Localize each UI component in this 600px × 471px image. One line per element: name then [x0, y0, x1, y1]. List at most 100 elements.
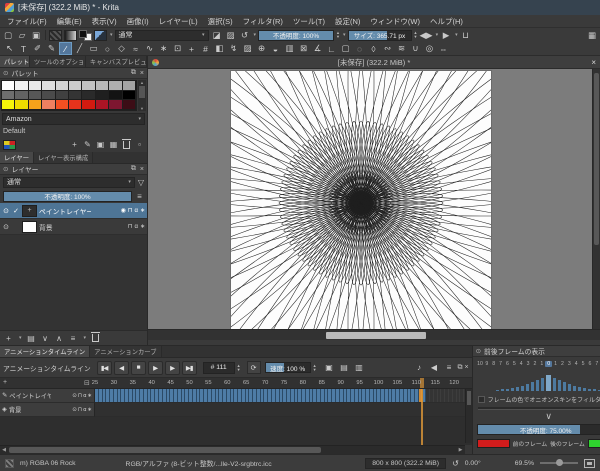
canvas-viewport[interactable]	[148, 69, 600, 329]
scroll-down-icon[interactable]: ▼	[138, 106, 146, 111]
auto-frame-icon[interactable]: ▣	[323, 361, 336, 374]
skip-to-start-button[interactable]: ▮◀	[97, 361, 112, 375]
scrollbar-thumb[interactable]	[594, 73, 599, 245]
onion-frame--7[interactable]: 7	[497, 361, 504, 367]
duplicate-layer-button[interactable]: ▤	[27, 333, 36, 343]
scrollbar-thumb[interactable]	[9, 447, 321, 453]
zoom-slider-handle[interactable]	[556, 459, 563, 466]
move-layer-up-button[interactable]: ∧	[55, 333, 64, 343]
layer-style-icon[interactable]: ∗	[140, 223, 145, 230]
scroll-up-icon[interactable]: ▲	[138, 80, 146, 85]
chevron-down-icon[interactable]: ▾	[84, 335, 87, 341]
next-frame-button[interactable]: ▶	[165, 361, 180, 375]
layer-row-1[interactable]: ⊙✓+ペイントレイヤー1◉⊓α∗	[0, 203, 147, 219]
tool-polygonal-select[interactable]: ◊	[367, 42, 380, 55]
tool-colorize-mask[interactable]: ⊠	[297, 42, 310, 55]
onion-frame-3[interactable]: 3	[566, 361, 573, 367]
inherit-alpha-icon[interactable]: α	[135, 224, 138, 230]
tool-dynamic-brush[interactable]: ∿	[143, 42, 156, 55]
docker-lock-icon[interactable]: ⊙	[3, 69, 8, 77]
new-document-icon[interactable]: ▢	[2, 29, 14, 41]
timeline-hscrollbar[interactable]: ◀ ▶	[0, 445, 465, 454]
foreground-background-colors[interactable]	[79, 30, 92, 41]
wraparound-icon[interactable]: ⊔	[460, 29, 472, 41]
title-bar[interactable]: [未保存] (322.2 MiB) * - Krita	[0, 0, 600, 15]
brush-size-slider[interactable]: サイズ: 365.71 px	[348, 30, 412, 41]
onion-opacity-bar-5[interactable]	[573, 386, 576, 391]
color-swatch-1-1[interactable]	[15, 91, 28, 101]
onion-opacity-bar-2[interactable]	[558, 380, 561, 391]
scroll-right-icon[interactable]: ▶	[457, 446, 465, 454]
current-frame-spinbox[interactable]: # 111	[203, 362, 235, 374]
onion-opacity-bar--9[interactable]	[501, 389, 504, 391]
float-docker-icon[interactable]: ⧉	[457, 364, 462, 372]
tool-select-shapes[interactable]: ↖	[3, 42, 16, 55]
color-swatch-2-9[interactable]	[123, 100, 136, 110]
close-document-icon[interactable]: ×	[591, 58, 596, 67]
chevron-down-icon[interactable]: ▾	[436, 32, 439, 38]
zoom-fit-icon[interactable]	[584, 459, 595, 468]
tool-multibrush[interactable]: ∗	[157, 42, 170, 55]
chevron-down-icon[interactable]: ▾	[455, 32, 458, 38]
onion-frame-2[interactable]: 2	[559, 361, 566, 367]
workspace-chooser-icon[interactable]: ▦	[586, 29, 598, 41]
onion-skin-icon[interactable]: ∗	[87, 407, 92, 413]
onion-opacity-bar--4[interactable]	[526, 384, 529, 391]
onion-opacity-slider[interactable]: 不透明度: 75.00%	[477, 424, 600, 435]
docker-lock-icon[interactable]: ⊙	[3, 165, 8, 173]
tool-enclose-fill[interactable]: ▥	[283, 42, 296, 55]
visibility-eye-icon[interactable]: ⊙	[2, 207, 10, 215]
lock-icon[interactable]: ⊓	[128, 223, 133, 230]
menu-item-6[interactable]: 選択(S)	[203, 16, 238, 27]
add-keyframe-icon[interactable]: +	[3, 379, 7, 386]
onion-opacity-bar-8[interactable]	[588, 389, 591, 391]
onion-opacity-bar--6[interactable]	[516, 387, 519, 391]
color-swatch-1-4[interactable]	[56, 91, 69, 101]
onion-opacity-bar-3[interactable]	[563, 382, 566, 391]
color-swatch-2-3[interactable]	[42, 100, 55, 110]
speed-spinner[interactable]: ▲▼	[313, 364, 317, 372]
float-docker-icon[interactable]: ⧉	[131, 69, 136, 77]
onion-opacity-bar--10[interactable]	[496, 390, 499, 391]
scrollbar-thumb[interactable]	[139, 86, 145, 98]
onion-opacity-bar--8[interactable]	[506, 389, 509, 391]
previous-frame-button[interactable]: ◀	[114, 361, 129, 375]
onion-opacity-bar-7[interactable]	[583, 388, 586, 391]
timeline-row-label[interactable]: ◈背景⊙⊓α∗	[0, 403, 95, 417]
opacity-slider[interactable]: 不透明度: 100%	[258, 30, 334, 41]
scrollbar-thumb[interactable]	[467, 391, 471, 405]
onion-frame-4[interactable]: 4	[573, 361, 580, 367]
pin-icon[interactable]: ◉	[121, 207, 126, 214]
duplicate-frame-icon[interactable]: ▤	[338, 361, 351, 374]
onion-opacity-bar-6[interactable]	[578, 387, 581, 391]
tool-pan[interactable]: ⇔	[437, 42, 450, 55]
brush-preset-name[interactable]: m) RGBA 06 Rock	[20, 460, 76, 467]
skip-to-end-button[interactable]: ▶▮	[182, 361, 197, 375]
copy-frame-icon[interactable]: ▥	[353, 361, 366, 374]
tool-similar-select[interactable]: ≋	[395, 42, 408, 55]
color-swatch-0-3[interactable]	[42, 81, 55, 91]
add-layer-button[interactable]: +	[4, 333, 13, 343]
lock-icon[interactable]: ⊓	[128, 207, 133, 214]
tool-rectangle[interactable]: ▭	[87, 42, 100, 55]
tool-fill[interactable]: ◒	[269, 42, 282, 55]
color-swatch-1-5[interactable]	[69, 91, 82, 101]
tool-transform[interactable]: ⊡	[171, 42, 184, 55]
onion-frame-5[interactable]: 5	[580, 361, 587, 367]
tool-smart-patch[interactable]: ⊕	[255, 42, 268, 55]
onion-frame--2[interactable]: 2	[532, 361, 539, 367]
lock-icon[interactable]: ⊓	[78, 393, 82, 399]
tool-freehand-select[interactable]: ∾	[381, 42, 394, 55]
onion-opacity-bar-0[interactable]	[546, 375, 551, 391]
selection-mode-icon[interactable]	[5, 459, 14, 468]
palette-more-button[interactable]: ▫	[135, 140, 144, 150]
color-swatch-2-5[interactable]	[69, 100, 82, 110]
tool-color-sampler[interactable]: ↯	[227, 42, 240, 55]
tool-magnetic-select[interactable]: ∪	[409, 42, 422, 55]
canvas-hscrollbar[interactable]	[148, 329, 600, 340]
onion-frame-1[interactable]: 1	[552, 361, 559, 367]
timeline-row-label[interactable]: ✎ペイントレイヤー1⊙⊓α∗	[0, 389, 95, 403]
size-spinner[interactable]: ▲▼	[414, 31, 418, 39]
color-swatch-0-9[interactable]	[123, 81, 136, 91]
onion-opacity-bar--3[interactable]	[531, 382, 534, 391]
